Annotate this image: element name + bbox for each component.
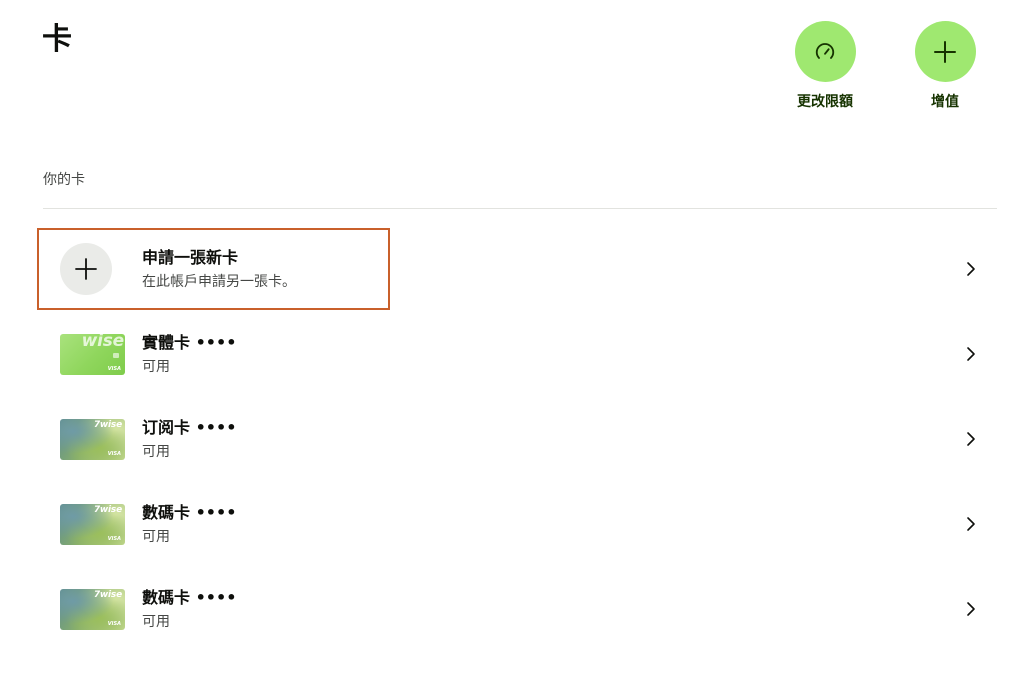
card-row[interactable]: wise VISA 實體卡 •••• 可用 — [43, 314, 997, 394]
top-up-circle[interactable] — [914, 21, 976, 82]
chevron-right-icon — [967, 602, 975, 616]
card-name: 订阅卡 •••• — [142, 417, 237, 437]
row-icon-container: 7wise VISA — [43, 569, 142, 649]
card-network-logo: VISA — [107, 620, 121, 627]
card-network-logo: VISA — [107, 450, 121, 457]
plus-icon — [75, 258, 97, 280]
new-card-subtitle: 在此帳戶申請另一張卡。 — [142, 273, 296, 290]
card-status: 可用 — [142, 613, 170, 630]
card-status: 可用 — [142, 528, 170, 545]
row-icon-container: 7wise VISA — [43, 399, 142, 479]
request-new-card-row[interactable]: 申請一張新卡 在此帳戶申請另一張卡。 — [43, 229, 997, 309]
section-heading: 你的卡 — [43, 172, 85, 188]
new-card-title: 申請一張新卡 — [142, 247, 239, 267]
row-icon-container: 7wise VISA — [43, 484, 142, 564]
speedometer-icon — [815, 42, 835, 59]
top-up-button[interactable]: 增值 — [905, 21, 985, 111]
card-network-logo: VISA — [107, 535, 121, 542]
add-card-circle — [60, 243, 112, 295]
chevron-right-icon — [967, 262, 975, 276]
card-status: 可用 — [142, 358, 170, 375]
change-limit-circle[interactable] — [794, 21, 856, 82]
row-text: 實體卡 •••• 可用 — [142, 332, 997, 377]
card-brand-logo: wise — [81, 333, 125, 351]
card-status: 可用 — [142, 443, 170, 460]
card-row[interactable]: 7wise VISA 數碼卡 •••• 可用 — [43, 569, 997, 649]
chevron-right-icon — [967, 347, 975, 361]
card-chip — [113, 352, 119, 358]
row-icon-container: wise VISA — [43, 314, 142, 394]
row-text: 申請一張新卡 在此帳戶申請另一張卡。 — [142, 247, 997, 292]
row-icon-container — [43, 229, 142, 309]
cards-page: 卡 更改限額 增值 你的卡 申請一張新卡 在此帳戶申請另一張卡。 wise VI… — [0, 0, 1024, 682]
card-image: wise VISA — [60, 333, 125, 375]
card-image: 7wise VISA — [60, 418, 125, 460]
card-image: 7wise VISA — [60, 503, 125, 545]
chevron-right-icon — [967, 432, 975, 446]
card-row[interactable]: 7wise VISA 數碼卡 •••• 可用 — [43, 484, 997, 564]
row-text: 數碼卡 •••• 可用 — [142, 587, 997, 632]
card-row[interactable]: 7wise VISA 订阅卡 •••• 可用 — [43, 399, 997, 479]
page-title: 卡 — [42, 22, 72, 57]
row-text: 數碼卡 •••• 可用 — [142, 502, 997, 547]
change-limit-button[interactable]: 更改限額 — [785, 21, 865, 111]
card-brand-logo: 7wise — [93, 504, 122, 515]
card-name: 數碼卡 •••• — [142, 502, 237, 522]
plus-icon — [934, 40, 956, 63]
card-brand-logo: 7wise — [93, 589, 122, 600]
row-text: 订阅卡 •••• 可用 — [142, 417, 997, 462]
divider — [43, 208, 997, 209]
change-limit-label: 更改限額 — [797, 94, 853, 110]
card-network-logo: VISA — [107, 365, 121, 372]
chevron-right-icon — [967, 517, 975, 531]
top-up-label: 增值 — [931, 94, 959, 110]
card-brand-logo: 7wise — [93, 419, 122, 430]
card-name: 實體卡 •••• — [142, 332, 237, 352]
card-name: 數碼卡 •••• — [142, 587, 237, 607]
card-image: 7wise VISA — [60, 588, 125, 630]
